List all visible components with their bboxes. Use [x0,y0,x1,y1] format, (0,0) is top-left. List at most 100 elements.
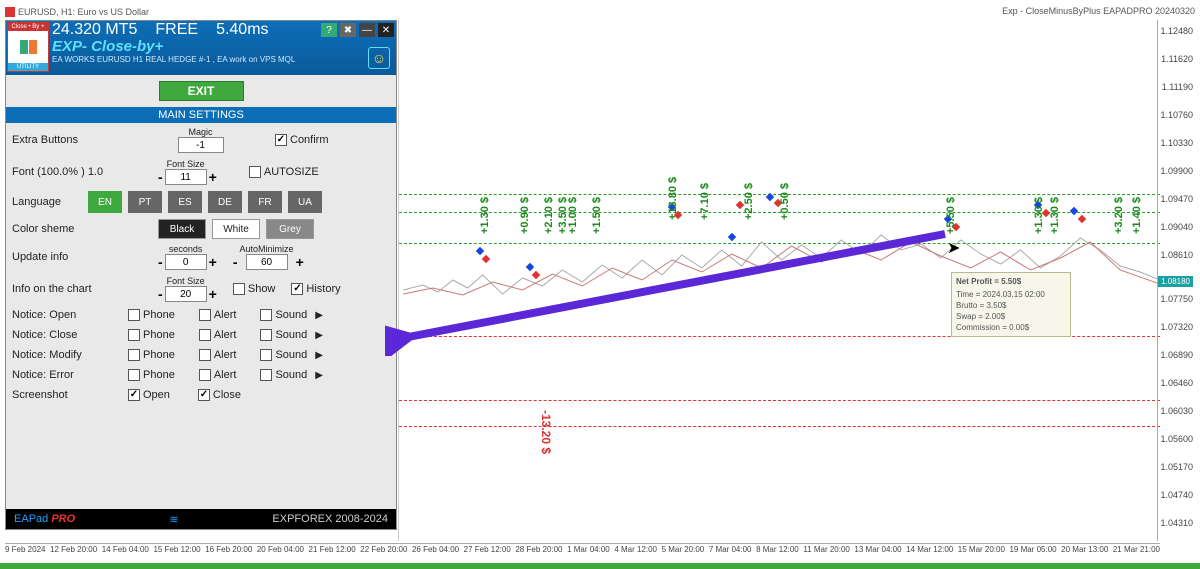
lang-es[interactable]: ES [168,191,202,213]
profit-label: +1.30 $ [479,197,491,234]
label-info-chart: Info on the chart [12,283,122,295]
stat-status: FREE [155,21,198,39]
notice-open-sound[interactable] [260,309,272,321]
chart-font-plus[interactable]: + [209,286,217,302]
font-size-plus[interactable]: + [209,169,217,185]
screenshot-close[interactable] [198,389,210,401]
notice-close-sound[interactable] [260,329,272,341]
feedback-icon[interactable]: ☺ [368,47,390,69]
autominimize-input[interactable] [246,254,288,270]
profit-label: +3.20 $ [1113,197,1125,234]
notice-error-alert[interactable] [199,369,211,381]
label-notice-close: Notice: Close [12,329,122,341]
seconds-input[interactable] [165,254,207,270]
panel-subtitle: EA WORKS EURUSD H1 REAL HEDGE #-1 , EA w… [52,55,396,64]
font-size-minus[interactable]: - [158,169,163,185]
label-seconds: seconds [169,244,203,254]
lang-de[interactable]: DE [208,191,242,213]
color-white[interactable]: White [212,219,260,239]
color-black[interactable]: Black [158,219,206,239]
label-autosize: AUTOSIZE [264,166,319,178]
notice-modify-alert[interactable] [199,349,211,361]
autominimize-minus[interactable]: - [233,254,238,270]
exit-button[interactable]: EXIT [159,81,244,101]
label-font-scale: Font (100.0% ) 1.0 [12,166,122,178]
sound-expand-icon[interactable]: ▶ [315,330,323,341]
notice-modify-sound[interactable] [260,349,272,361]
panel-footer: EAPad PRO ≋ EXPFOREX 2008-2024 [6,509,396,529]
history-checkbox[interactable] [291,283,303,295]
chart-x-axis: 9 Feb 202412 Feb 20:0014 Feb 04:0015 Feb… [5,543,1160,557]
lang-pt[interactable]: PT [128,191,162,213]
profit-label: +2.50 $ [743,183,755,220]
trade-marker-buy [1070,207,1078,215]
label-language: Language [12,196,82,208]
footer-right: EXPFOREX 2008-2024 [272,513,388,525]
lang-ua[interactable]: UA [288,191,322,213]
footer-mid: ≋ [169,513,178,526]
notice-open-alert[interactable] [199,309,211,321]
symbol-icon [5,7,15,17]
seconds-plus[interactable]: + [209,254,217,270]
label-confirm: Confirm [290,134,329,146]
help-icon[interactable]: ? [321,23,337,37]
profit-label-neg: -13.20 $ [539,410,553,454]
chart-y-axis: 1.12480 1.11620 1.11190 1.10760 1.10330 … [1157,20,1195,541]
settings-icon[interactable]: ✖ [340,23,356,37]
profit-label: +13.80 $ [667,177,679,220]
profit-label: +1.40 $ [1131,197,1143,234]
close-icon[interactable]: ✕ [378,23,394,37]
profit-label: +1.30 $ [1033,197,1045,234]
seconds-minus[interactable]: - [158,254,163,270]
sound-expand-icon[interactable]: ▶ [315,310,323,321]
magic-input[interactable] [178,137,224,153]
lang-fr[interactable]: FR [248,191,282,213]
screenshot-open[interactable] [128,389,140,401]
label-chart-font: Font Size [167,276,205,286]
label-autominimize: AutoMinimize [240,244,294,254]
show-checkbox[interactable] [233,283,245,295]
logo-bottom-text: UTILITY [8,63,48,71]
profit-label: +1.00 $ [567,197,579,234]
panel-header: Close • By + UTILITY 24.320 MT5 FREE 5.4… [6,21,396,75]
profit-label: +1.30 $ [1049,197,1061,234]
price-chart[interactable]: +1.30 $ +0.90 $ +2.10 $ +3.50 $ +1.00 $ … [398,20,1160,541]
current-price-tag: 1.08180 [1158,276,1193,287]
sound-expand-icon[interactable]: ▶ [315,350,323,361]
panel-title: EXP- Close-by+ [52,39,396,55]
panel-logo: Close • By + UTILITY [7,22,49,72]
label-extra-buttons: Extra Buttons [12,134,122,146]
label-notice-modify: Notice: Modify [12,349,122,361]
chart-font-input[interactable] [165,286,207,302]
notice-open-phone[interactable] [128,309,140,321]
notice-close-alert[interactable] [199,329,211,341]
autominimize-plus[interactable]: + [296,254,304,270]
chart-font-minus[interactable]: - [158,286,163,302]
tooltip-time: Time = 2024.03.15 02:00 [956,289,1066,300]
confirm-checkbox[interactable] [275,134,287,146]
label-screenshot: Screenshot [12,389,122,401]
stat-mt: 24.320 MT5 [52,21,137,39]
tooltip-commission: Commission = 0.00$ [956,322,1066,333]
notice-close-phone[interactable] [128,329,140,341]
autosize-checkbox[interactable] [249,166,261,178]
chart-top-right: Exp - CloseMinusByPlus EAPADPRO 20240320 [1002,6,1195,18]
font-size-input[interactable] [165,169,207,185]
sound-expand-icon[interactable]: ▶ [315,370,323,381]
panel-body: EXIT MAIN SETTINGS Extra Buttons Magic C… [6,75,396,405]
color-grey[interactable]: Grey [266,219,314,239]
cursor-icon: ➤ [947,238,960,258]
profit-label: +7.10 $ [699,183,711,220]
notice-error-sound[interactable] [260,369,272,381]
notice-modify-phone[interactable] [128,349,140,361]
hline [399,426,1160,427]
lang-en[interactable]: EN [88,191,122,213]
section-main-title: MAIN SETTINGS [6,107,396,123]
bottom-accent-bar [0,563,1200,569]
profit-label: +0.90 $ [519,197,531,234]
tooltip-swap: Swap = 2.00$ [956,311,1066,322]
minimize-icon[interactable]: — [359,23,375,37]
chart-title-bar: EURUSD, H1: Euro vs US Dollar Exp - Clos… [5,6,1195,18]
notice-error-phone[interactable] [128,369,140,381]
trade-tooltip: Net Profit = 5.50$ Time = 2024.03.15 02:… [951,272,1071,337]
